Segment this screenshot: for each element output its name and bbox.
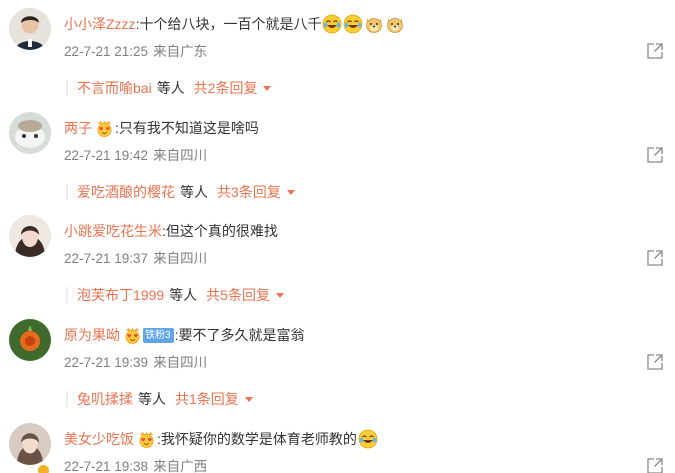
laugh-cry-emoji-icon — [323, 14, 342, 34]
reply-username[interactable]: 泡芙布丁1999 — [77, 282, 164, 308]
comment-meta: 22-7-21 19:39 来自四川 — [64, 353, 207, 373]
location: 来自四川 — [153, 148, 208, 163]
share-icon[interactable] — [646, 249, 664, 267]
avatar[interactable] — [9, 8, 51, 50]
laugh-cry-emoji-icon — [358, 429, 378, 449]
timestamp: 22-7-21 19:42 — [64, 148, 149, 163]
replies-summary: 泡芙布丁1999 等人 共5条回复 — [66, 282, 284, 308]
comment-line: 小小泽Zzzz: 十个给八块，一百个就是八千 — [64, 14, 405, 34]
vip-badge-icon — [37, 464, 50, 473]
replies-summary: 不言而喻bai 等人 共2条回复 — [66, 75, 272, 101]
view-replies-link[interactable]: 共2条回复 — [194, 75, 258, 101]
comment-meta: 22-7-21 19:38 来自广西 — [64, 457, 207, 473]
caret-down-icon[interactable] — [286, 189, 295, 195]
divider — [66, 184, 68, 200]
username[interactable]: 美女少吃饭 — [64, 429, 134, 449]
timestamp: 22-7-21 19:39 — [64, 355, 149, 370]
comment-line: 两子 : 只有我不知道这是啥吗 — [64, 118, 259, 138]
share-icon[interactable] — [646, 353, 664, 371]
heart-eyes-badge-icon — [139, 431, 154, 448]
avatar[interactable] — [9, 215, 51, 257]
divider — [66, 80, 68, 96]
fan-badge[interactable]: 铁粉3 — [143, 327, 174, 343]
location: 来自广东 — [153, 44, 208, 59]
view-replies-link[interactable]: 共3条回复 — [217, 179, 281, 205]
caret-down-icon[interactable] — [275, 292, 284, 298]
share-icon[interactable] — [646, 146, 664, 164]
comment-line: 原为果呦 铁粉3: 要不了多久就是富翁 — [64, 325, 304, 345]
comment-text: 要不了多久就是富翁 — [178, 327, 305, 343]
avatar[interactable] — [9, 319, 51, 361]
comment-text: 只有我不知道这是啥吗 — [118, 120, 259, 136]
heart-eyes-badge-icon — [97, 120, 112, 137]
comment-line: 美女少吃饭 : 我怀疑你的数学是体育老师教的 — [64, 429, 378, 449]
replies-summary: 兔叽揉揉 等人 共1条回复 — [66, 386, 253, 412]
username[interactable]: 小小泽Zzzz — [64, 14, 136, 34]
divider — [66, 391, 68, 407]
comment-meta: 22-7-21 19:42 来自四川 — [64, 146, 207, 166]
reply-etc: 等人 — [169, 287, 198, 303]
caret-down-icon[interactable] — [263, 85, 272, 91]
reply-username[interactable]: 不言而喻bai — [77, 75, 152, 101]
timestamp: 22-7-21 21:25 — [64, 44, 149, 59]
avatar[interactable] — [9, 112, 51, 154]
reply-etc: 等人 — [156, 80, 185, 96]
doge-emoji-icon — [366, 18, 383, 33]
laugh-cry-emoji-icon — [344, 14, 363, 34]
heart-eyes-badge-icon — [125, 327, 140, 344]
doge-emoji-icon — [387, 18, 404, 33]
comment-text: 但这个真的很难找 — [165, 223, 278, 239]
avatar[interactable] — [9, 423, 51, 465]
comment-line: 小跳爱吃花生米: 但这个真的很难找 — [64, 221, 278, 241]
view-replies-link[interactable]: 共5条回复 — [206, 282, 270, 308]
timestamp: 22-7-21 19:38 — [64, 459, 149, 473]
divider — [66, 287, 68, 303]
reply-etc: 等人 — [180, 184, 208, 200]
reply-username[interactable]: 兔叽揉揉 — [77, 386, 133, 412]
comment-text: 我怀疑你的数学是体育老师教的 — [160, 431, 357, 447]
share-icon[interactable] — [646, 457, 664, 473]
comment-meta: 22-7-21 19:37 来自四川 — [64, 249, 207, 269]
share-icon[interactable] — [646, 42, 664, 60]
location: 来自广西 — [153, 459, 208, 473]
replies-summary: 爱吃酒酿的樱花 等人 共3条回复 — [66, 179, 295, 205]
reply-etc: 等人 — [138, 391, 166, 407]
username[interactable]: 原为果呦 — [64, 325, 120, 345]
username[interactable]: 两子 — [64, 118, 92, 138]
timestamp: 22-7-21 19:37 — [64, 251, 149, 266]
comment-text: 十个给八块，一百个就是八千 — [139, 16, 322, 32]
caret-down-icon[interactable] — [244, 396, 253, 402]
location: 来自四川 — [153, 355, 208, 370]
username[interactable]: 小跳爱吃花生米 — [64, 221, 162, 241]
comment-meta: 22-7-21 21:25 来自广东 — [64, 42, 207, 62]
reply-username[interactable]: 爱吃酒酿的樱花 — [77, 179, 175, 205]
location: 来自四川 — [153, 251, 208, 266]
view-replies-link[interactable]: 共1条回复 — [175, 386, 239, 412]
